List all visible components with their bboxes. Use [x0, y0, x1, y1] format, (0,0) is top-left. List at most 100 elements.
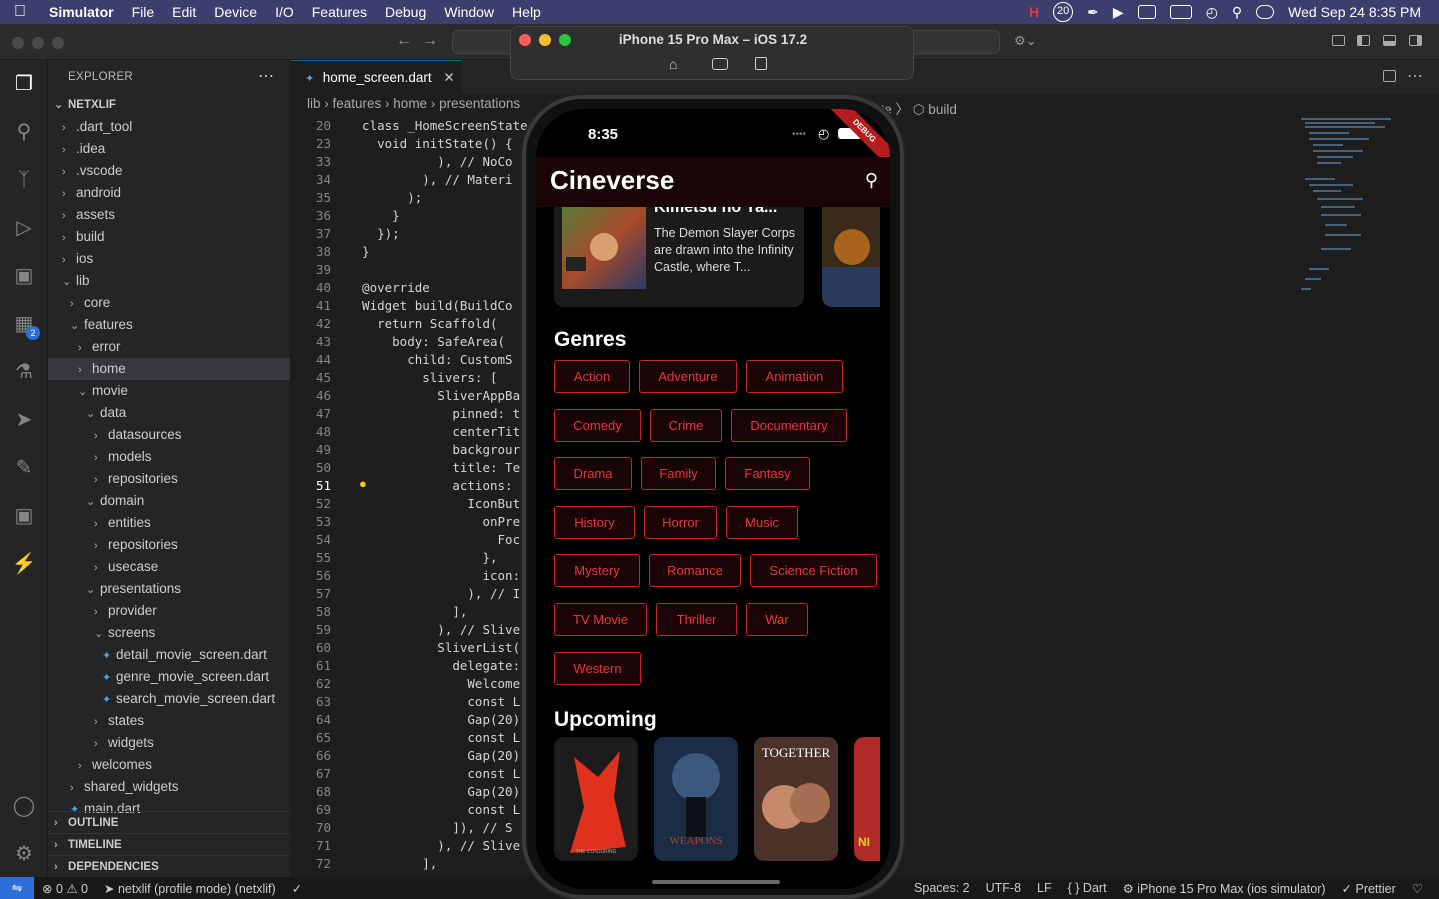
notification-count-icon[interactable]: 20	[1053, 2, 1074, 22]
tree-folder[interactable]: ⌄ data	[48, 402, 290, 424]
menu-features[interactable]: Features	[303, 4, 376, 20]
play-icon[interactable]: ▶	[1113, 4, 1124, 21]
genre-chip[interactable]: History	[554, 505, 635, 539]
tree-folder[interactable]: › assets	[48, 204, 290, 226]
code-line[interactable]: Widget build(BuildCo	[347, 298, 513, 313]
code-line[interactable]: const L	[347, 730, 520, 745]
genre-chip[interactable]: Animation	[746, 360, 843, 393]
apple-menu-icon[interactable]: 	[0, 3, 40, 21]
genre-chip[interactable]: Family	[641, 457, 716, 491]
menu-window[interactable]: Window	[435, 4, 503, 20]
genre-chip[interactable]: Horror	[644, 505, 717, 539]
genre-chip[interactable]: Crime	[650, 408, 722, 442]
tree-folder[interactable]: › usecase	[48, 556, 290, 578]
code-line[interactable]: slivers: [	[347, 370, 497, 385]
tree-folder[interactable]: ⌄ lib	[48, 270, 290, 292]
genre-chip[interactable]: Mystery	[554, 554, 640, 588]
genre-chip[interactable]: Drama	[554, 457, 632, 491]
search-icon[interactable]: ⚲	[10, 118, 38, 146]
run-debug-icon[interactable]: ▷	[10, 214, 38, 242]
featured-card[interactable]: Kimetsu no Ya... The Demon Slayer Corps …	[554, 207, 804, 307]
tree-folder[interactable]: › .idea	[48, 138, 290, 160]
flutter-icon[interactable]: ➤	[10, 406, 38, 434]
window-zoom-button[interactable]	[52, 37, 64, 49]
remote-explorer-icon[interactable]: ▣	[10, 262, 38, 290]
scan-icon[interactable]: ▣	[10, 502, 38, 530]
tree-folder[interactable]: › home	[48, 358, 290, 380]
search-icon[interactable]: ⚲	[1232, 4, 1242, 21]
close-tab-icon[interactable]: ✕	[443, 70, 454, 85]
genre-chip[interactable]: Adventure	[639, 360, 737, 393]
outline-section[interactable]: › OUTLINE	[48, 811, 290, 833]
genre-chip[interactable]: Romance	[649, 554, 741, 588]
menu-debug[interactable]: Debug	[376, 4, 435, 20]
menu-help[interactable]: Help	[503, 4, 550, 20]
menu-file[interactable]: File	[123, 4, 164, 20]
genre-chip[interactable]: Science Fiction	[750, 554, 877, 588]
genre-chip[interactable]: Action	[554, 360, 630, 393]
device-indicator[interactable]: ⚙ iPhone 15 Pro Max (ios simulator)	[1115, 881, 1334, 896]
upcoming-poster[interactable]: TOGETHER	[754, 737, 838, 861]
tree-folder[interactable]: › states	[48, 710, 290, 732]
back-arrow-icon[interactable]: ←	[396, 32, 412, 50]
display-icon[interactable]	[1137, 5, 1156, 19]
tree-folder[interactable]: › repositories	[48, 534, 290, 556]
code-line[interactable]: ]), // S	[347, 820, 512, 835]
tree-folder[interactable]: › .dart_tool	[48, 116, 290, 138]
search-icon[interactable]: ⚲	[865, 170, 878, 191]
code-line[interactable]: },	[347, 550, 497, 565]
genre-chip[interactable]: Thriller	[656, 603, 737, 636]
menu-device[interactable]: Device	[205, 4, 266, 20]
code-line[interactable]: ), // I	[347, 586, 520, 601]
bolt-icon[interactable]: ⚡	[10, 550, 38, 578]
code-line[interactable]: icon:	[347, 568, 520, 583]
code-line[interactable]: pinned: t	[347, 406, 520, 421]
code-line[interactable]: Gap(20)	[347, 784, 520, 799]
code-line[interactable]: ), // Slive	[347, 622, 520, 637]
tree-folder[interactable]: ⌄ domain	[48, 490, 290, 512]
tree-folder[interactable]: › ios	[48, 248, 290, 270]
tree-folder[interactable]: › build	[48, 226, 290, 248]
tree-file[interactable]: ✦ detail_movie_screen.dart	[48, 644, 290, 666]
tree-folder[interactable]: ⌄ presentations	[48, 578, 290, 600]
breadcrumb-lib[interactable]: lib	[307, 96, 321, 111]
code-line[interactable]: });	[347, 226, 400, 241]
code-line[interactable]: ],	[347, 856, 437, 871]
wifi-icon[interactable]: ◴	[1206, 4, 1218, 21]
minimap[interactable]	[1301, 118, 1401, 348]
code-line[interactable]: ],	[347, 604, 467, 619]
control-center-icon[interactable]	[1256, 5, 1275, 19]
code-line[interactable]: title: Te	[347, 460, 520, 475]
tree-folder[interactable]: › entities	[48, 512, 290, 534]
code-line[interactable]: body: SafeArea(	[347, 334, 505, 349]
sidebar-toggle-icon[interactable]	[1357, 35, 1370, 46]
genre-chip[interactable]: Music	[726, 505, 798, 539]
window-minimize-button[interactable]	[32, 37, 44, 49]
explorer-root[interactable]: ⌄ NETXLIF	[48, 94, 290, 116]
account-icon[interactable]: ◯	[10, 792, 38, 820]
split-editor-icon[interactable]	[1383, 70, 1396, 82]
code-line[interactable]: Foc	[347, 532, 521, 547]
forward-arrow-icon[interactable]: →	[422, 32, 438, 50]
genre-chip[interactable]: Fantasy	[725, 457, 810, 491]
code-line[interactable]: child: CustomS	[347, 352, 512, 367]
tree-file[interactable]: ✦ search_movie_screen.dart	[48, 688, 290, 710]
prettier-indicator[interactable]: ✓ Prettier	[1334, 881, 1404, 896]
layout-toggle-icon[interactable]	[1332, 35, 1345, 46]
remote-icon[interactable]: ⇋	[0, 877, 34, 899]
tab-home-screen[interactable]: ✦ home_screen.dart ✕	[291, 60, 461, 94]
code-line[interactable]: ), // Slive	[347, 838, 520, 853]
tree-folder[interactable]: › provider	[48, 600, 290, 622]
settings-gear-icon[interactable]: ⚙	[10, 840, 38, 868]
problems-indicator[interactable]: ⊗ 0 ⚠ 0	[34, 881, 96, 896]
home-icon[interactable]: ⌂	[669, 56, 677, 72]
code-line[interactable]: const L	[347, 766, 520, 781]
tree-folder[interactable]: ⌄ screens	[48, 622, 290, 644]
code-line[interactable]: delegate:	[347, 658, 520, 673]
code-line[interactable]: @override	[347, 280, 430, 295]
panel-toggle-icon[interactable]	[1383, 35, 1396, 46]
tree-folder[interactable]: › android	[48, 182, 290, 204]
tree-folder[interactable]: ⌄ movie	[48, 380, 290, 402]
testing-icon[interactable]: ⚗	[10, 358, 38, 386]
tree-folder[interactable]: › repositories	[48, 468, 290, 490]
